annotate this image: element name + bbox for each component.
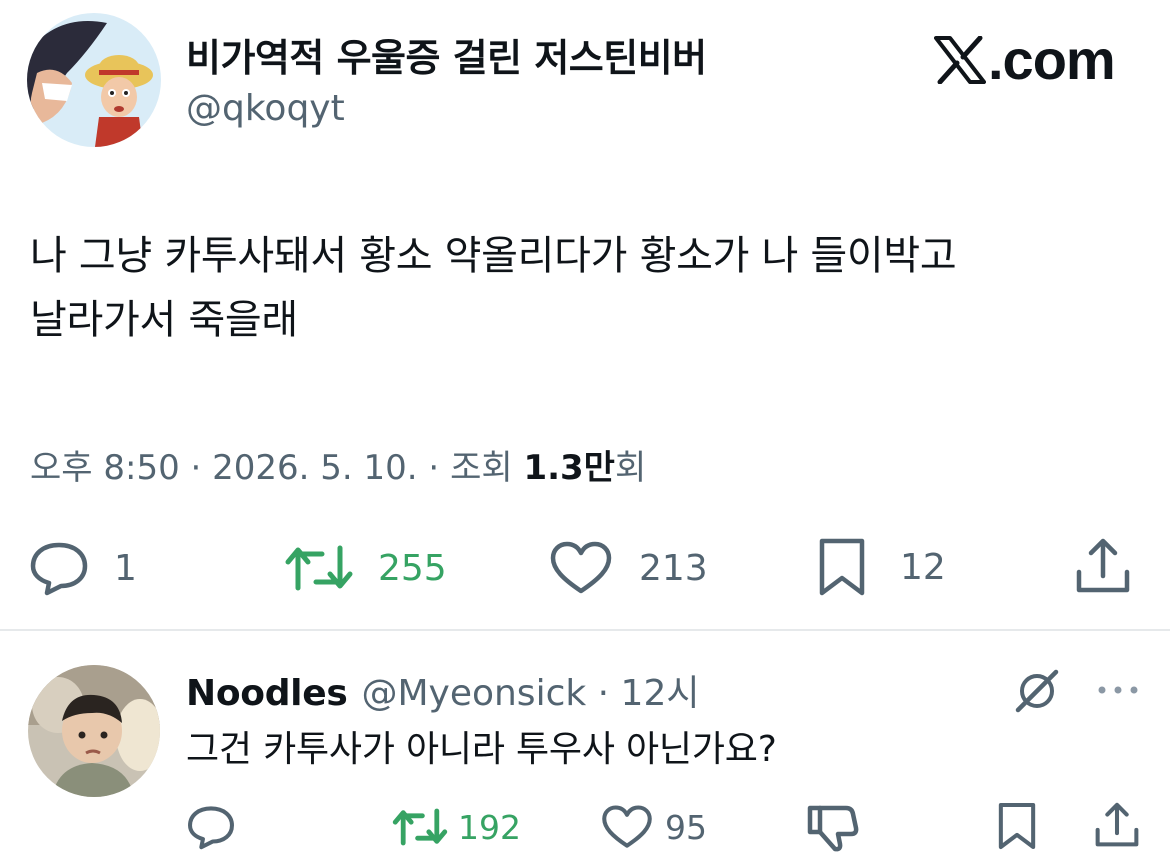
views-label: 조회 [450, 448, 524, 488]
bookmark-count: 12 [900, 546, 946, 588]
tweet-text-line-2: 날라가서 죽을래 [30, 297, 298, 343]
reply-like-count: 95 [665, 807, 707, 847]
author-avatar[interactable] [27, 13, 161, 147]
views-count: 1.3만 [523, 448, 615, 488]
reply-bookmark-button[interactable] [996, 801, 1038, 851]
retweet-icon [285, 545, 353, 591]
reply-retweet-button[interactable]: 192 [392, 804, 521, 850]
more-button[interactable] [1096, 682, 1140, 701]
divider [0, 629, 1170, 631]
reply-retweet-count: 192 [458, 807, 521, 847]
reply-author-name[interactable]: Noodles [186, 673, 348, 714]
bookmark-button[interactable]: 12 [816, 537, 946, 597]
bookmark-icon [998, 802, 1036, 850]
reply-author-handle-time[interactable]: @Myeonsick · 12시 [361, 664, 699, 716]
heart-icon [602, 805, 652, 848]
tweet-text-line-1: 나 그냥 카투사돼서 황소 약올리다가 황소가 나 들이박고 [30, 233, 957, 279]
author-display-name[interactable]: 비가역적 우울증 걸린 저스틴비버 [186, 27, 707, 82]
more-icon [1098, 686, 1138, 694]
reply-reply-button[interactable] [186, 804, 236, 850]
retweet-count: 255 [378, 547, 447, 589]
retweet-icon [392, 808, 448, 846]
meta-separator: · [417, 448, 451, 488]
reply-share-button[interactable] [1092, 800, 1142, 850]
tweet-detail-page: 비가역적 우울증 걸린 저스틴비버 @qkoqyt .com 나 그냥 카투사돼… [0, 0, 1170, 867]
views-suffix: 회 [614, 448, 647, 488]
share-icon [1076, 538, 1130, 593]
reply-author-avatar[interactable] [28, 665, 160, 797]
tweet-date[interactable]: 2026. 5. 10. [212, 448, 417, 488]
speech-bubble-icon [188, 806, 234, 850]
tweet-meta: 오후 8:50 · 2026. 5. 10. · 조회 1.3만회 [30, 440, 646, 489]
share-button[interactable] [1072, 536, 1134, 596]
share-icon [1095, 802, 1139, 847]
bookmark-icon [819, 538, 865, 596]
like-count: 213 [639, 547, 708, 589]
retweet-button[interactable]: 255 [284, 540, 447, 596]
speech-bubble-icon [30, 542, 88, 596]
reply-header: Noodles @Myeonsick · 12시 [186, 664, 699, 716]
reply-count: 1 [114, 547, 137, 589]
x-com-text: .com [988, 28, 1116, 91]
x-logo-icon [934, 36, 986, 84]
reply-like-button[interactable]: 95 [601, 804, 707, 850]
thumbs-down-icon [807, 805, 859, 852]
reply-dislike-button[interactable] [806, 802, 860, 852]
grok-button[interactable] [1012, 668, 1062, 718]
reply-button[interactable]: 1 [28, 540, 137, 596]
heart-icon [550, 541, 612, 594]
x-com-watermark: .com [934, 28, 1116, 91]
author-handle[interactable]: @qkoqyt [186, 88, 345, 129]
tweet-text: 나 그냥 카투사돼서 황소 약올리다가 황소가 나 들이박고 날라가서 죽을래 [30, 224, 1150, 352]
tweet-time[interactable]: 오후 8:50 [30, 448, 180, 488]
meta-separator: · [179, 448, 213, 488]
grok-icon [1015, 669, 1059, 713]
like-button[interactable]: 213 [549, 540, 708, 596]
reply-text: 그건 카투사가 아니라 투우사 아닌가요? [186, 729, 777, 770]
